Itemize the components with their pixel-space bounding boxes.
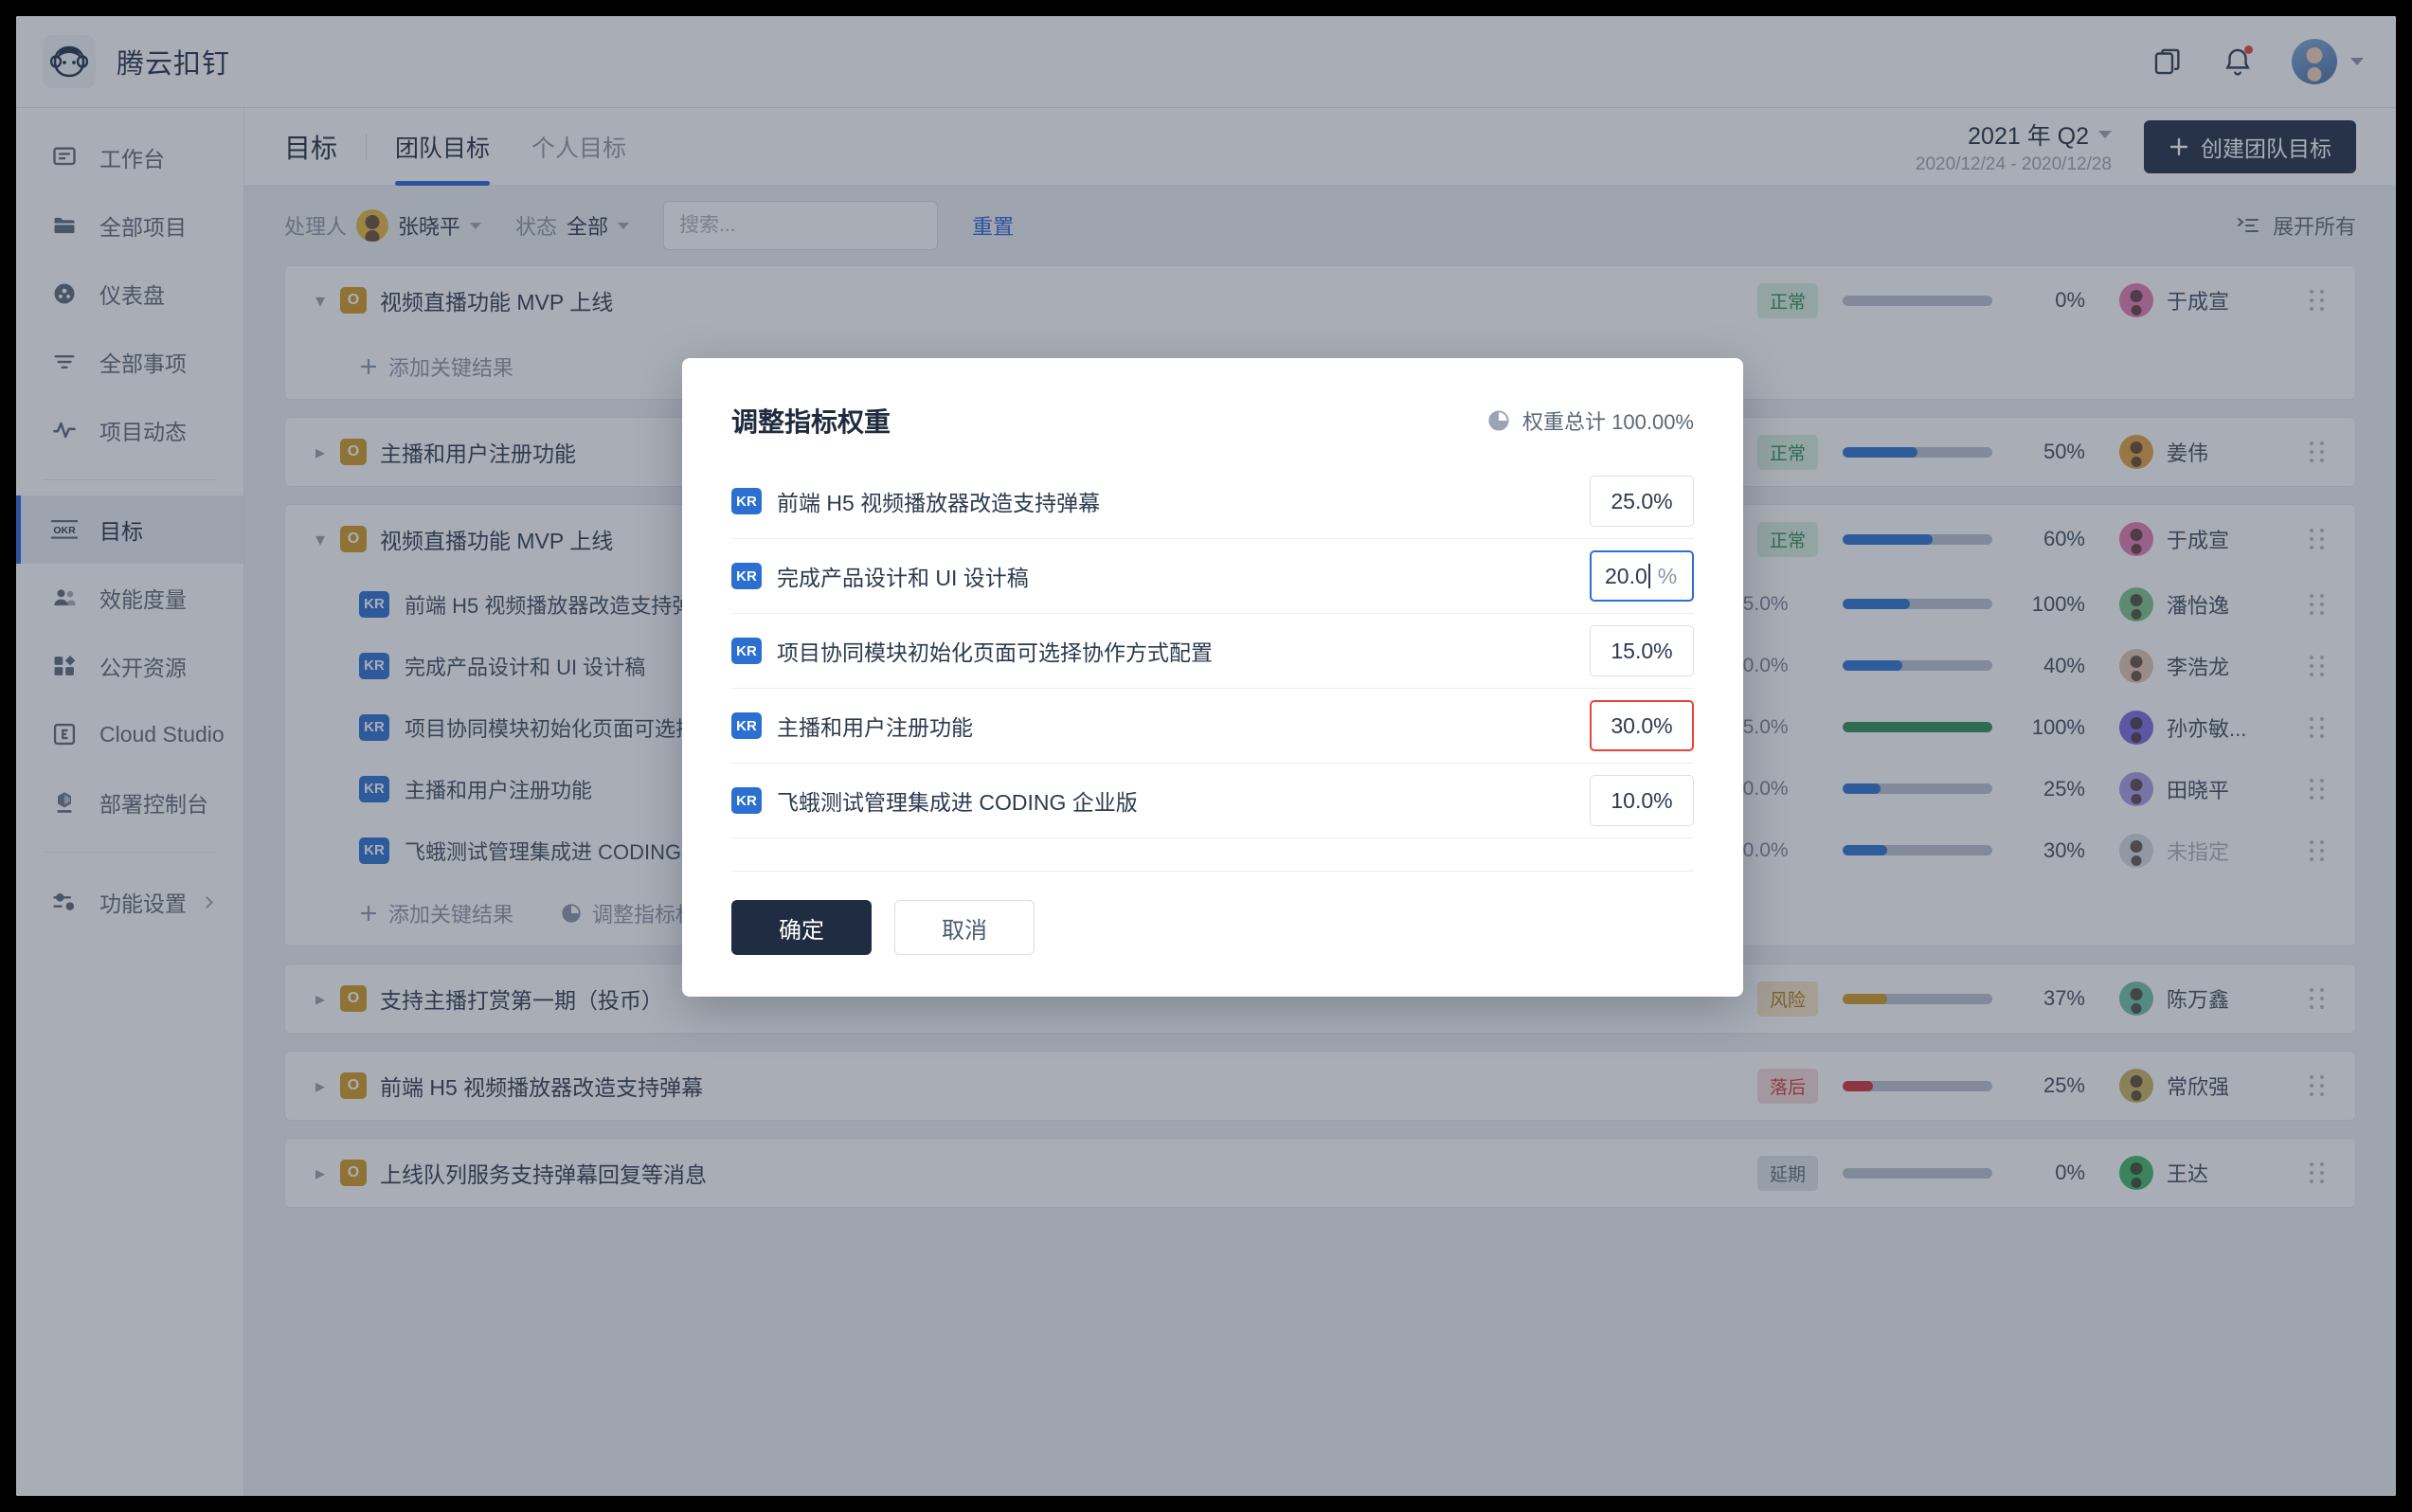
- weight-input-error[interactable]: 30.0%: [1590, 700, 1694, 751]
- weight-input-value: 10.0%: [1611, 788, 1672, 814]
- weight-input-value: 25.0%: [1611, 489, 1672, 514]
- adjust-weights-dialog: 调整指标权重 权重总计 100.00% KR 前端 H5 视频播放器改造支持弹幕…: [682, 358, 1743, 997]
- dialog-header: 调整指标权重 权重总计 100.00%: [731, 402, 1694, 440]
- weight-row: KR 前端 H5 视频播放器改造支持弹幕 25.0%: [731, 464, 1694, 539]
- kr-badge: KR: [731, 488, 762, 514]
- kr-badge: KR: [731, 638, 762, 664]
- weight-row: KR 主播和用户注册功能 30.0%: [731, 689, 1694, 764]
- weight-input-value: 15.0%: [1611, 639, 1672, 664]
- weight-row-title: 项目协同模块初始化页面可选择协作方式配置: [777, 635, 1213, 667]
- weight-input[interactable]: 15.0%: [1590, 625, 1694, 676]
- confirm-button[interactable]: 确定: [731, 900, 872, 955]
- weight-input-value: 30.0%: [1611, 713, 1672, 739]
- app-window: 腾云扣钉: [16, 16, 2396, 1496]
- dialog-footer: 确定 取消: [731, 871, 1694, 955]
- weight-row-title: 飞蛾测试管理集成进 CODING 企业版: [777, 784, 1138, 817]
- weight-total: 权重总计 100.00%: [1487, 405, 1694, 436]
- kr-badge: KR: [731, 563, 762, 589]
- dialog-title: 调整指标权重: [731, 402, 891, 440]
- weight-row: KR 飞蛾测试管理集成进 CODING 企业版 10.0%: [731, 764, 1694, 838]
- weight-row-title: 主播和用户注册功能: [777, 710, 973, 742]
- pie-chart-icon: [1487, 409, 1510, 432]
- weight-row: KR 项目协同模块初始化页面可选择协作方式配置 15.0%: [731, 614, 1694, 689]
- kr-badge: KR: [731, 712, 762, 739]
- weight-row: KR 完成产品设计和 UI 设计稿 20.0 %: [731, 539, 1694, 614]
- percent-sign: %: [1658, 564, 1677, 589]
- weight-input[interactable]: 10.0%: [1590, 775, 1694, 826]
- weight-input[interactable]: 25.0%: [1590, 476, 1694, 527]
- weight-total-label: 权重总计 100.00%: [1522, 405, 1694, 436]
- weight-input-value: 20.0: [1605, 564, 1647, 589]
- text-cursor: [1648, 564, 1650, 588]
- weight-row-title: 完成产品设计和 UI 设计稿: [777, 560, 1029, 592]
- cancel-button[interactable]: 取消: [894, 900, 1035, 955]
- weight-input-focused[interactable]: 20.0 %: [1590, 550, 1694, 602]
- weight-row-title: 前端 H5 视频播放器改造支持弹幕: [777, 485, 1100, 517]
- kr-badge: KR: [731, 787, 762, 814]
